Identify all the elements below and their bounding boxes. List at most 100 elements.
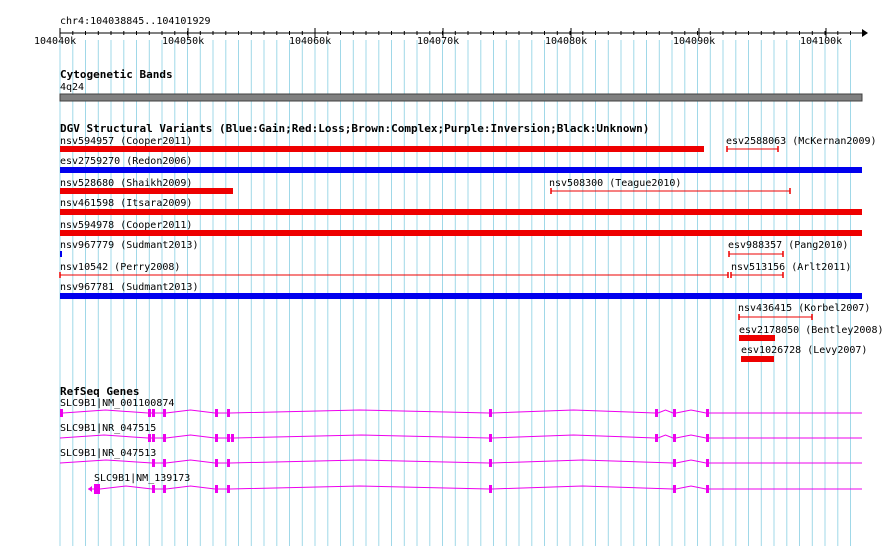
cytoband-bar[interactable] xyxy=(59,93,863,102)
gene-exon[interactable] xyxy=(227,485,230,493)
dgv-variant[interactable]: esv988357 (Pang2010) xyxy=(728,240,848,257)
dgv-variant[interactable]: nsv967779 (Sudmant2013) xyxy=(60,240,198,257)
dgv-variant-label: esv1026728 (Levy2007) xyxy=(741,345,867,356)
gene-exon[interactable] xyxy=(706,409,709,417)
gene-exon[interactable] xyxy=(706,485,709,493)
dgv-variant-bar[interactable] xyxy=(739,335,775,341)
gene-intron-line xyxy=(59,434,862,439)
gene-exon[interactable] xyxy=(706,434,709,442)
ruler-tick-label: 104040k xyxy=(34,36,76,47)
gene-exon[interactable] xyxy=(163,485,166,493)
dgv-variant[interactable]: nsv10542 (Perry2008) xyxy=(59,262,729,278)
cytogenetic-bands-track: Cytogenetic Bands 4q24 xyxy=(59,68,863,102)
dgv-variant-bar[interactable] xyxy=(60,188,233,194)
gene-label: SLC9B1|NR_047515 xyxy=(60,423,156,434)
dgv-variant-label: nsv967779 (Sudmant2013) xyxy=(60,240,198,251)
gene-exon[interactable] xyxy=(163,409,166,417)
refseq-gene-list: SLC9B1|NM_001100874 SLC9B1|NR_047515 SLC9B… xyxy=(59,398,862,494)
gene-exon[interactable] xyxy=(215,409,218,417)
gene-label: SLC9B1|NR_047513 xyxy=(60,448,156,459)
dgv-variant-label: esv2588063 (McKernan2009) xyxy=(726,136,877,147)
refseq-gene[interactable]: SLC9B1|NM_001100874 xyxy=(60,398,862,417)
dgv-variant[interactable]: nsv508300 (Teague2010) xyxy=(549,178,791,194)
dgv-variant-label: nsv594978 (Cooper2011) xyxy=(60,220,192,231)
dgv-variant-label: esv2759270 (Redon2006) xyxy=(60,156,192,167)
gene-exon[interactable] xyxy=(94,484,100,494)
gene-exon[interactable] xyxy=(215,459,218,467)
ruler-arrow-right-icon xyxy=(862,29,868,37)
dgv-variant[interactable]: nsv513156 (Arlt2011) xyxy=(730,262,851,278)
gene-exon[interactable] xyxy=(655,409,658,417)
dgv-variant-label: nsv513156 (Arlt2011) xyxy=(731,262,851,273)
dgv-variant[interactable]: nsv528680 (Shaikh2009) xyxy=(60,178,233,194)
gene-intron-line xyxy=(88,485,862,490)
gene-exon[interactable] xyxy=(706,459,709,467)
dgv-variant-bar[interactable] xyxy=(60,167,862,173)
gene-exon[interactable] xyxy=(163,459,166,467)
gene-exon[interactable] xyxy=(152,485,155,493)
gene-exon[interactable] xyxy=(148,409,151,417)
dgv-variant-label: esv2178050 (Bentley2008) xyxy=(739,325,884,336)
dgv-variant[interactable]: nsv594957 (Cooper2011) xyxy=(60,136,704,152)
refseq-gene[interactable]: SLC9B1|NR_047513 xyxy=(59,448,862,467)
dgv-track-title: DGV Structural Variants (Blue:Gain;Red:L… xyxy=(60,122,649,135)
gene-label: SLC9B1|NM_001100874 xyxy=(60,398,174,409)
ruler-region-label: chr4:104038845..104101929 xyxy=(60,16,211,27)
refseq-gene[interactable]: SLC9B1|NR_047515 xyxy=(59,423,862,442)
dgv-variant-label: esv988357 (Pang2010) xyxy=(728,240,848,251)
ruler-tick-labels: 104040k 104050k 104060k 104070k 104080k 10409… xyxy=(34,28,842,47)
dgv-variant-bar[interactable] xyxy=(60,230,862,236)
dgv-variant-bar[interactable] xyxy=(741,356,774,362)
genome-browser-panel: chr4:104038845..104101929 104040k 104050k… xyxy=(34,16,884,546)
gene-intron-line xyxy=(62,409,862,414)
gene-exon[interactable] xyxy=(227,434,230,442)
gene-exon[interactable] xyxy=(673,409,676,417)
dgv-variant[interactable]: nsv967781 (Sudmant2013) xyxy=(60,282,862,299)
dgv-variant-bar[interactable] xyxy=(60,293,862,299)
gene-exon[interactable] xyxy=(215,434,218,442)
gene-exon[interactable] xyxy=(489,434,492,442)
dgv-variant-label: nsv594957 (Cooper2011) xyxy=(60,136,192,147)
dgv-variants-track: DGV Structural Variants (Blue:Gain;Red:L… xyxy=(59,122,884,362)
refseq-genes-track: RefSeq Genes SLC9B1|NM_001100874SLC9B1|N… xyxy=(59,385,862,494)
gene-exon[interactable] xyxy=(655,434,658,442)
ruler-tick-label: 104100k xyxy=(800,36,842,47)
dgv-variant[interactable]: nsv594978 (Cooper2011) xyxy=(60,220,862,236)
gene-exon[interactable] xyxy=(163,434,166,442)
refseq-gene[interactable]: SLC9B1|NM_139173 xyxy=(88,473,862,494)
dgv-variant-bar[interactable] xyxy=(60,146,704,152)
dgv-variant-label: nsv528680 (Shaikh2009) xyxy=(60,178,192,189)
gene-exon[interactable] xyxy=(489,409,492,417)
strand-arrow-icon xyxy=(88,486,92,492)
gene-exon[interactable] xyxy=(60,409,63,417)
ruler-tick-label: 104070k xyxy=(417,36,459,47)
cytoband-label: 4q24 xyxy=(60,82,84,93)
gene-exon[interactable] xyxy=(231,434,234,442)
dgv-variant[interactable]: esv1026728 (Levy2007) xyxy=(741,345,867,362)
ruler-tick-label: 104090k xyxy=(673,36,715,47)
gene-exon[interactable] xyxy=(489,459,492,467)
gene-intron-line xyxy=(59,459,862,464)
gene-exon[interactable] xyxy=(152,459,155,467)
dgv-variant-bar[interactable] xyxy=(60,251,62,257)
gene-exon[interactable] xyxy=(215,485,218,493)
dgv-variant[interactable]: esv2178050 (Bentley2008) xyxy=(739,325,884,341)
coordinate-ruler: chr4:104038845..104101929 104040k 104050k… xyxy=(34,16,868,47)
gene-exon[interactable] xyxy=(148,434,151,442)
gene-exon[interactable] xyxy=(673,485,676,493)
dgv-variant-label: nsv10542 (Perry2008) xyxy=(60,262,180,273)
ruler-tick-label: 104080k xyxy=(545,36,587,47)
dgv-variant-bar[interactable] xyxy=(60,209,862,215)
dgv-variant-label: nsv436415 (Korbel2007) xyxy=(738,303,870,314)
dgv-variant-label: nsv461598 (Itsara2009) xyxy=(60,198,192,209)
dgv-variant[interactable]: nsv461598 (Itsara2009) xyxy=(60,198,862,215)
gene-exon[interactable] xyxy=(673,459,676,467)
gene-exon[interactable] xyxy=(673,434,676,442)
gene-exon[interactable] xyxy=(152,434,155,442)
dgv-variant[interactable]: esv2759270 (Redon2006) xyxy=(60,156,862,173)
gene-exon[interactable] xyxy=(227,409,230,417)
gene-exon[interactable] xyxy=(152,409,155,417)
gene-exon[interactable] xyxy=(227,459,230,467)
cytoband-track-title: Cytogenetic Bands xyxy=(60,68,173,81)
gene-exon[interactable] xyxy=(489,485,492,493)
